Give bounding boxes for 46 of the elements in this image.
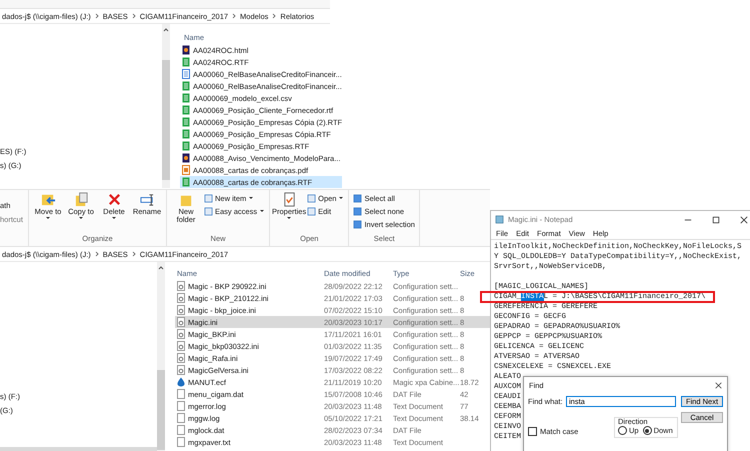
ribbon-icon <box>106 192 122 207</box>
settings-file-icon <box>177 353 185 363</box>
document-icon <box>182 105 190 115</box>
ribbon-icon <box>74 192 88 207</box>
chevron-icon <box>94 13 99 19</box>
close-icon[interactable] <box>715 382 722 388</box>
chevron-icon <box>232 13 236 19</box>
html-file-icon <box>182 153 190 163</box>
ribbon-icon <box>140 192 154 207</box>
caret-icon <box>248 196 254 200</box>
document-icon <box>182 129 190 139</box>
scrollbar[interactable] <box>162 24 170 188</box>
scroll-up-icon[interactable] <box>158 266 164 270</box>
caret-icon <box>338 196 344 200</box>
caret-icon <box>45 216 51 220</box>
settings-file-icon <box>177 281 185 291</box>
settings-file-icon <box>177 341 185 351</box>
caret-icon <box>259 209 266 213</box>
html-file-icon <box>182 45 190 55</box>
settings-file-icon <box>177 365 185 375</box>
document-icon <box>182 81 190 91</box>
settings-file-icon <box>177 305 185 315</box>
chevron-icon <box>272 13 276 19</box>
caret-icon <box>111 216 117 220</box>
settings-file-icon <box>177 317 185 327</box>
document-icon <box>182 141 190 151</box>
maximize-icon[interactable] <box>712 216 720 224</box>
pdf-file-icon <box>182 165 190 175</box>
caret-icon <box>78 216 84 220</box>
scrollbar[interactable] <box>157 262 165 451</box>
document-icon <box>182 69 190 79</box>
close-icon[interactable] <box>740 216 748 224</box>
chevron-icon <box>94 251 99 257</box>
chevron-icon <box>132 13 136 19</box>
ribbon-icon <box>282 192 297 207</box>
notepad-icon <box>495 215 504 224</box>
document-icon <box>182 93 190 103</box>
chevron-icon <box>132 251 136 257</box>
scroll-up-icon[interactable] <box>163 28 169 32</box>
drop-icon <box>177 377 185 387</box>
settings-file-icon <box>177 293 185 303</box>
document-icon <box>182 117 190 127</box>
settings-file-icon <box>177 329 185 339</box>
caret-icon <box>286 216 292 220</box>
document-icon <box>182 57 190 67</box>
ribbon-icon <box>40 192 56 207</box>
